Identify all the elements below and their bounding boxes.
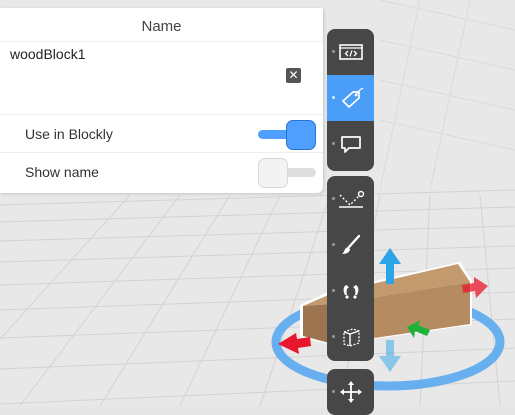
- toolbar-group-bottom: [327, 176, 374, 361]
- speech-bubble-icon: [340, 136, 361, 153]
- move-tool-button[interactable]: [327, 369, 374, 415]
- name-input[interactable]: woodBlock1: [10, 46, 86, 62]
- menu-dot: [332, 96, 335, 99]
- bounding-box-tool-button[interactable]: [327, 314, 374, 360]
- physics-path-icon: [338, 190, 364, 208]
- toolbar-group-move: [327, 369, 374, 415]
- menu-dot: [332, 197, 335, 200]
- menu-dot: [332, 390, 335, 393]
- show-name-label: Show name: [25, 164, 99, 180]
- animation-tool-button[interactable]: [327, 268, 374, 314]
- code-icon: [338, 44, 363, 60]
- animation-figure-icon: [343, 285, 358, 299]
- paint-brush-icon: [341, 234, 360, 254]
- paint-tool-button[interactable]: [327, 222, 374, 268]
- move-arrows-icon: [339, 381, 362, 403]
- show-name-row: Show name: [0, 152, 323, 191]
- cube-outline-icon: [342, 328, 360, 347]
- speech-bubble-tool-button[interactable]: [327, 121, 374, 167]
- menu-dot: [332, 335, 335, 338]
- menu-dot: [332, 50, 335, 53]
- code-tool-button[interactable]: [327, 29, 374, 75]
- name-tag-tool-button[interactable]: [327, 75, 374, 121]
- physics-path-tool-button[interactable]: [327, 176, 374, 222]
- toggle-track[interactable]: [258, 158, 316, 188]
- clear-name-button[interactable]: ✕: [286, 68, 301, 83]
- menu-dot: [332, 142, 335, 145]
- name-panel: Name woodBlock1 ✕ Use in Blockly Show na…: [0, 8, 323, 193]
- tag-icon: [341, 88, 363, 108]
- panel-title: Name: [0, 8, 323, 42]
- toolbar-group-top: [327, 29, 374, 171]
- menu-dot: [332, 243, 335, 246]
- toggle-track[interactable]: [258, 120, 316, 150]
- toggle-knob[interactable]: [286, 120, 316, 150]
- use-in-blockly-row: Use in Blockly: [0, 114, 323, 153]
- menu-dot: [332, 289, 335, 292]
- use-in-blockly-label: Use in Blockly: [25, 126, 113, 142]
- toggle-knob[interactable]: [258, 158, 288, 188]
